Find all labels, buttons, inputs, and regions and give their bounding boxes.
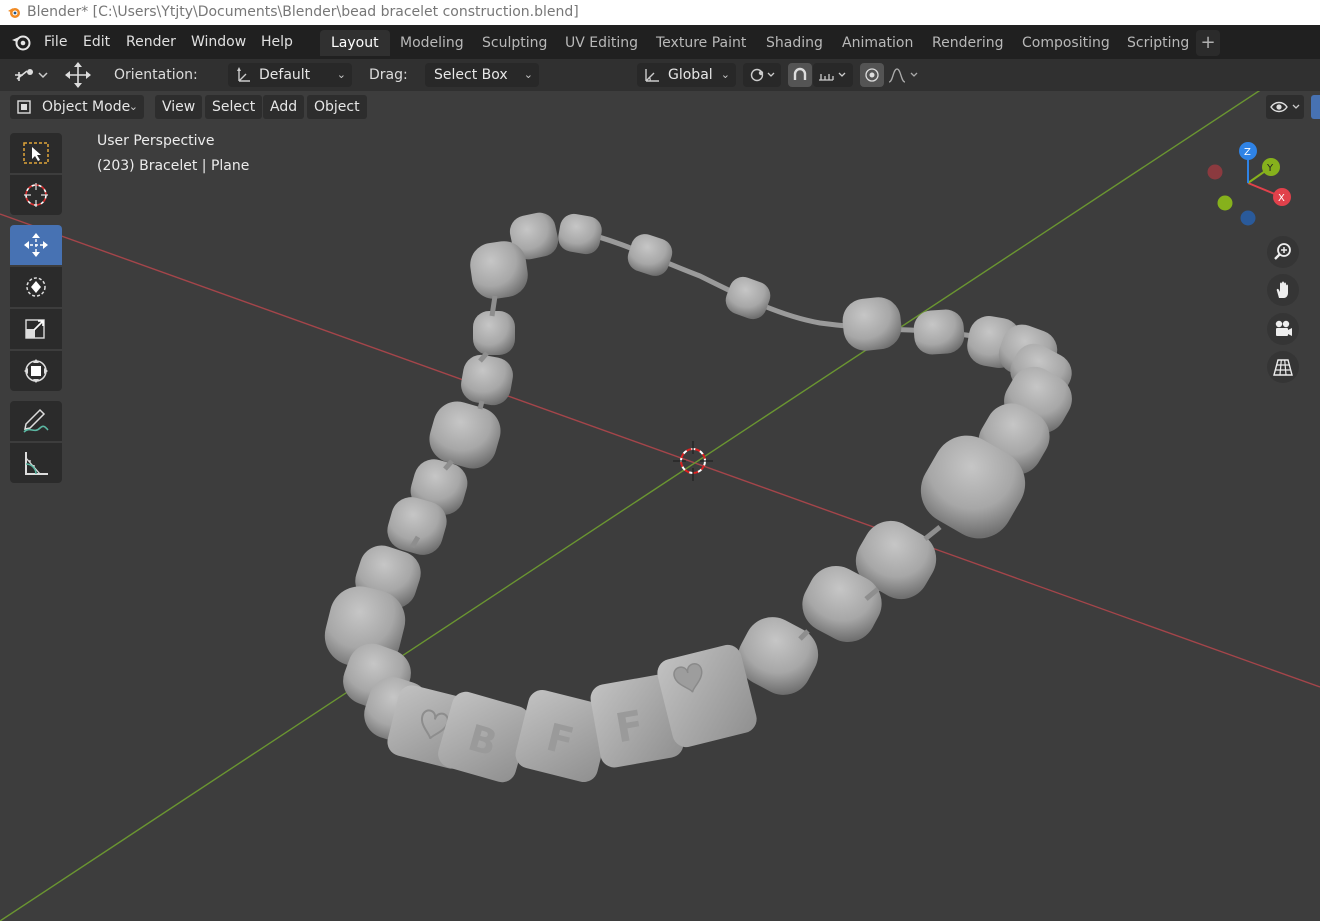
blender-logo-icon	[8, 8, 20, 18]
select-box-tool[interactable]	[10, 133, 62, 173]
orientation-label: Orientation:	[114, 67, 198, 83]
scale-icon	[25, 319, 45, 339]
tool-dropdown[interactable]	[10, 63, 50, 87]
menu-file[interactable]: File	[44, 32, 67, 52]
move-tool[interactable]	[10, 225, 62, 265]
scale-tool[interactable]	[10, 309, 62, 349]
orientation-dropdown[interactable]: Default ⌄	[228, 63, 352, 87]
tab-shading[interactable]: Shading	[755, 30, 834, 56]
visibility-dropdown[interactable]	[1266, 95, 1304, 119]
tab-layout[interactable]: Layout	[320, 30, 390, 56]
gizmo-toggle-button[interactable]	[1311, 95, 1320, 119]
magnet-icon	[793, 67, 807, 80]
chevron-down-icon: ⌄	[720, 68, 730, 81]
window-titlebar: Blender* [C:\Users\Ytjty\Documents\Blend…	[0, 0, 1320, 25]
drag-dropdown[interactable]: Select Box ⌄	[425, 63, 539, 87]
orientation-icon	[237, 67, 250, 82]
x-axis-line	[0, 213, 1320, 688]
menu-help[interactable]: Help	[261, 32, 293, 52]
object-mode-icon	[17, 100, 31, 114]
camera-view-button[interactable]	[1267, 313, 1299, 345]
chevron-down-icon: ⌄	[523, 68, 533, 81]
proportional-editing-toggle[interactable]	[860, 63, 884, 87]
pivot-point-icon	[750, 68, 775, 82]
tab-uv-editing[interactable]: UV Editing	[554, 30, 649, 56]
cursor-icon	[24, 183, 48, 207]
pan-button[interactable]	[1267, 274, 1299, 306]
tab-sculpting[interactable]: Sculpting	[471, 30, 558, 56]
pivot-point-dropdown[interactable]	[743, 63, 781, 87]
menu-window[interactable]: Window	[191, 32, 246, 52]
camera-icon	[1275, 320, 1292, 336]
snap-toggle[interactable]	[788, 63, 812, 87]
menu-add[interactable]: Add	[263, 95, 305, 119]
grid-ortho-icon	[1273, 359, 1293, 376]
select-box-icon	[23, 142, 49, 164]
menu-render[interactable]: Render	[126, 32, 176, 52]
transform-orientation-dropdown[interactable]: Global ⌄	[637, 63, 736, 87]
eye-icon	[1270, 101, 1300, 113]
move-icon	[24, 233, 48, 257]
chevron-down-icon: ⌄	[128, 100, 138, 113]
viewport-scene[interactable]: B F F X Y Z	[0, 91, 1320, 921]
zoom-icon	[1274, 243, 1291, 260]
object-mode-dropdown[interactable]: Object Mode ⌄	[10, 95, 144, 119]
global-axes-icon	[645, 69, 659, 82]
drag-label: Drag:	[369, 67, 408, 83]
snap-increment-icon	[819, 72, 846, 81]
transform-icon	[24, 359, 48, 383]
menu-view[interactable]: View	[155, 95, 203, 119]
3d-viewport[interactable]: B F F X Y Z Object Mode ⌄ View Select Ad…	[0, 91, 1320, 921]
object-info: (203) Bracelet | Plane	[97, 158, 250, 174]
gizmo-y-label: Y	[1266, 163, 1274, 174]
tab-modeling[interactable]: Modeling	[389, 30, 475, 56]
rotate-tool[interactable]	[10, 267, 62, 307]
letter-cubes[interactable]: B F F	[384, 642, 759, 786]
gizmo-x-label: X	[1278, 193, 1285, 204]
gizmo-z-label: Z	[1244, 147, 1251, 158]
measure-ruler-icon	[25, 452, 48, 475]
hand-pan-icon	[1276, 281, 1288, 298]
orientation-value: Default	[259, 67, 311, 83]
navigation-gizmo[interactable]: X Y Z	[1207, 142, 1292, 226]
annotate-tool[interactable]	[10, 401, 62, 441]
tab-rendering[interactable]: Rendering	[921, 30, 1015, 56]
object-mode-value: Object Mode	[42, 99, 131, 115]
menu-select[interactable]: Select	[205, 95, 263, 119]
view-name: User Perspective	[97, 133, 215, 149]
zoom-button[interactable]	[1267, 236, 1299, 268]
blender-menu-icon[interactable]	[10, 33, 32, 51]
transform-tool[interactable]	[10, 351, 62, 391]
transform-orientation-value: Global	[668, 67, 713, 83]
cursor-tool[interactable]	[10, 175, 62, 215]
proportional-editing-icon	[865, 68, 879, 82]
tab-compositing[interactable]: Compositing	[1011, 30, 1121, 56]
falloff-dropdown[interactable]	[885, 63, 923, 87]
y-axis-line	[0, 91, 1261, 921]
falloff-curve-icon	[888, 68, 918, 83]
tab-scripting[interactable]: Scripting	[1116, 30, 1200, 56]
move-gizmo-icon	[65, 62, 91, 88]
window-title: Blender* [C:\Users\Ytjty\Documents\Blend…	[27, 4, 579, 20]
tool-settings-header: Orientation: Default ⌄ Drag: Select Box …	[0, 59, 1320, 91]
measure-tool[interactable]	[10, 443, 62, 483]
tab-texture-paint[interactable]: Texture Paint	[645, 30, 757, 56]
chevron-down-icon: ⌄	[336, 68, 346, 81]
menu-edit[interactable]: Edit	[83, 32, 110, 52]
add-workspace-button[interactable]: +	[1196, 30, 1220, 56]
drag-value: Select Box	[434, 67, 508, 83]
annotate-pencil-icon	[23, 408, 49, 433]
tab-animation[interactable]: Animation	[831, 30, 924, 56]
3d-cursor[interactable]	[673, 441, 713, 481]
top-menubar: File Edit Render Window Help Layout Mode…	[0, 25, 1320, 59]
menu-object[interactable]: Object	[307, 95, 367, 119]
ortho-toggle-button[interactable]	[1267, 351, 1299, 383]
tool-settings-icon	[15, 69, 48, 81]
snap-target-dropdown[interactable]	[813, 63, 853, 87]
rotate-icon	[26, 277, 46, 297]
